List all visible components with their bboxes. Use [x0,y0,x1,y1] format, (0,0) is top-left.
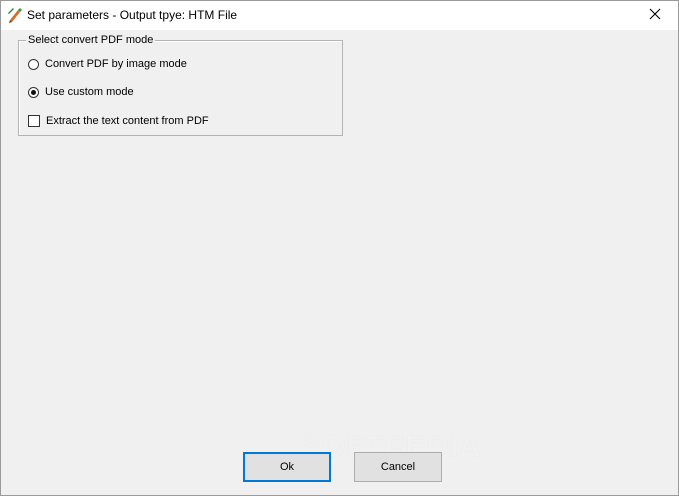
checkbox-extract-text[interactable]: Extract the text content from PDF [28,114,209,128]
radio-custom-mode-indicator[interactable] [28,86,39,98]
radio-image-mode-indicator[interactable] [28,58,39,70]
groupbox-legend: Select convert PDF mode [26,34,156,47]
title-bar[interactable]: Set parameters - Output tpye: HTM File [1,1,678,30]
cancel-button[interactable]: Cancel [354,452,442,482]
close-button[interactable] [632,1,678,30]
radio-custom-mode[interactable]: Use custom mode [28,85,134,99]
close-icon [649,8,661,23]
ok-button[interactable]: Ok [243,452,331,482]
radio-custom-mode-label[interactable]: Use custom mode [45,85,134,99]
radio-image-mode-label[interactable]: Convert PDF by image mode [45,57,187,71]
checkbox-extract-text-box[interactable] [28,115,40,127]
checkbox-extract-text-label[interactable]: Extract the text content from PDF [46,114,209,128]
radio-image-mode[interactable]: Convert PDF by image mode [28,57,187,71]
dialog-body: Select convert PDF mode Convert PDF by i… [1,30,678,495]
app-pencil-icon [7,7,23,23]
dialog-window: Set parameters - Output tpye: HTM File S… [0,0,679,496]
window-title: Set parameters - Output tpye: HTM File [27,8,238,22]
